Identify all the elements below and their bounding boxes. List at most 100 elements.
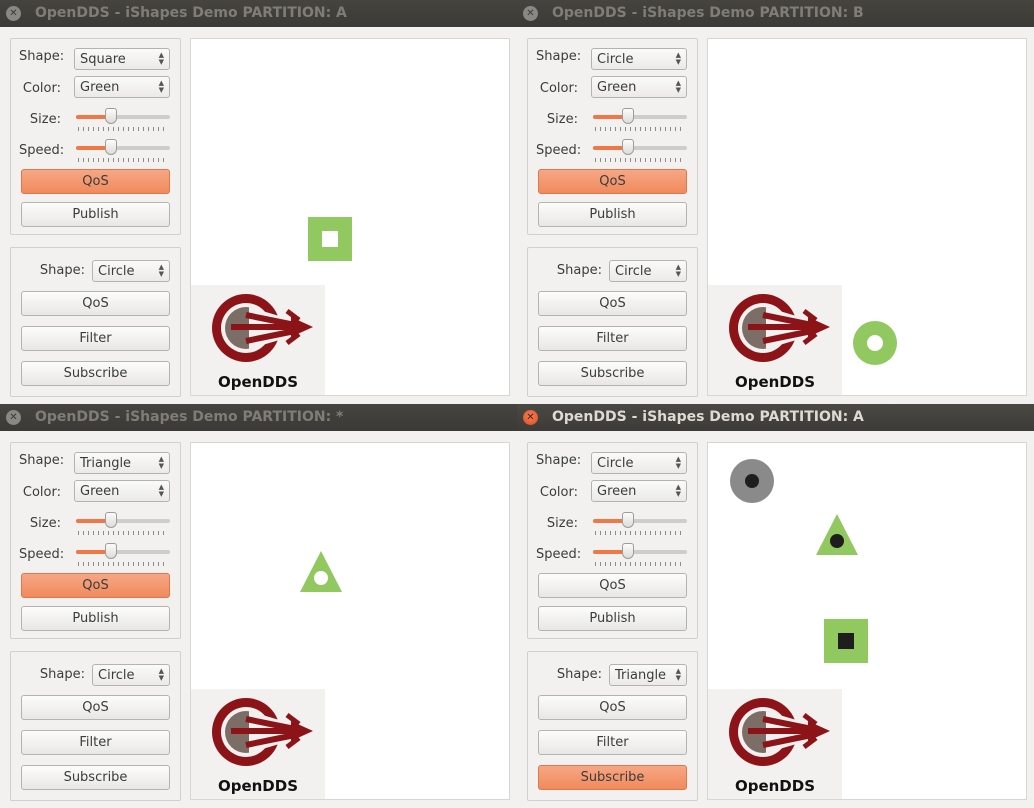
size-label: Size: (546, 112, 578, 127)
publish-button[interactable]: Publish (538, 606, 687, 631)
subscriber-qos-button[interactable]: QoS (21, 291, 170, 316)
size-label: Size: (546, 516, 578, 531)
titlebar[interactable]: ✕ OpenDDS - iShapes Demo PARTITION: A (517, 404, 1034, 431)
opendds-logo: OpenDDS (708, 285, 842, 395)
circle-shape (853, 321, 897, 365)
opendds-logo-icon (212, 294, 313, 362)
close-icon[interactable]: ✕ (6, 410, 21, 425)
publisher-group: Shape: Circle ▲ ▼ Color: Green ▲ ▼ Size: S… (527, 38, 698, 235)
titlebar[interactable]: ✕ OpenDDS - iShapes Demo PARTITION: B (517, 0, 1034, 27)
subscribe-button[interactable]: Subscribe (538, 361, 687, 386)
filter-button[interactable]: Filter (538, 730, 687, 755)
slider-handle[interactable] (621, 108, 634, 124)
publish-color-select[interactable]: Green ▲ ▼ (591, 480, 687, 502)
spin-arrows-icon: ▲ ▼ (675, 51, 681, 66)
circle-marker (867, 335, 883, 351)
close-icon[interactable]: ✕ (6, 6, 21, 21)
publisher-qos-button[interactable]: QoS (538, 169, 687, 194)
window-partition-a: ✕ OpenDDS - iShapes Demo PARTITION: A Sh… (0, 0, 517, 404)
window-title: OpenDDS - iShapes Demo PARTITION: A (35, 5, 347, 21)
shapes-canvas[interactable]: OpenDDS (190, 442, 510, 800)
speed-slider[interactable] (76, 139, 170, 162)
shapes-canvas[interactable]: OpenDDS (707, 38, 1027, 396)
publisher-qos-button[interactable]: QoS (21, 169, 170, 194)
subscribe-shape-select[interactable]: Circle ▲ ▼ (609, 260, 687, 282)
publish-button[interactable]: Publish (21, 202, 170, 227)
publish-shape-select[interactable]: Square ▲ ▼ (74, 48, 170, 70)
filter-button[interactable]: Filter (21, 730, 170, 755)
window-title: OpenDDS - iShapes Demo PARTITION: B (552, 5, 864, 21)
slider-handle[interactable] (104, 108, 117, 124)
subscribe-button[interactable]: Subscribe (21, 361, 170, 386)
publish-shape-select[interactable]: Circle ▲ ▼ (591, 48, 687, 70)
publish-shape-select[interactable]: Circle ▲ ▼ (591, 452, 687, 474)
spin-arrows-icon: ▲ ▼ (158, 455, 164, 470)
shape-label: Shape: (536, 49, 582, 64)
window-partition-star: ✕ OpenDDS - iShapes Demo PARTITION: * Sh… (0, 404, 517, 808)
triangle-shape (300, 551, 342, 592)
close-icon[interactable]: ✕ (523, 410, 538, 425)
subscriber-group: Shape: Circle ▲ ▼ QoS Filter Subscribe (10, 651, 181, 801)
spin-arrows-icon: ▲ ▼ (158, 51, 164, 66)
slider-handle[interactable] (104, 512, 117, 528)
subscriber-qos-button[interactable]: QoS (538, 291, 687, 316)
slider-handle[interactable] (621, 512, 634, 528)
opendds-logo-icon (729, 698, 830, 766)
square-marker (322, 231, 338, 247)
shapes-canvas[interactable]: OpenDDS (190, 38, 510, 396)
filter-button[interactable]: Filter (538, 326, 687, 351)
color-label: Color: (539, 485, 578, 500)
spin-arrows-icon: ▲ ▼ (158, 483, 164, 498)
shapes-canvas[interactable]: OpenDDS (707, 442, 1027, 800)
publish-shape-select[interactable]: Triangle ▲ ▼ (74, 452, 170, 474)
close-icon[interactable]: ✕ (523, 6, 538, 21)
slider-handle[interactable] (621, 139, 634, 155)
subscribe-button[interactable]: Subscribe (538, 765, 687, 790)
slider-handle[interactable] (104, 139, 117, 155)
subscribe-button[interactable]: Subscribe (21, 765, 170, 790)
window-title: OpenDDS - iShapes Demo PARTITION: A (552, 409, 864, 425)
shape-label: Shape: (536, 453, 582, 468)
triangle-marker (314, 571, 328, 585)
slider-handle[interactable] (621, 543, 634, 559)
speed-slider[interactable] (593, 139, 687, 162)
publisher-qos-button[interactable]: QoS (538, 573, 687, 598)
window-title: OpenDDS - iShapes Demo PARTITION: * (35, 409, 344, 425)
slider-handle[interactable] (104, 543, 117, 559)
publish-color-select[interactable]: Green ▲ ▼ (74, 76, 170, 98)
shape-label: Shape: (19, 453, 65, 468)
size-slider[interactable] (76, 512, 170, 535)
filter-button[interactable]: Filter (21, 326, 170, 351)
size-slider[interactable] (76, 108, 170, 131)
window-partition-b: ✕ OpenDDS - iShapes Demo PARTITION: B Sh… (517, 0, 1034, 404)
shape-label: Shape: (39, 667, 85, 682)
publisher-qos-button[interactable]: QoS (21, 573, 170, 598)
square-shape (308, 217, 352, 261)
speed-slider[interactable] (593, 543, 687, 566)
titlebar[interactable]: ✕ OpenDDS - iShapes Demo PARTITION: A (0, 0, 517, 27)
publish-button[interactable]: Publish (21, 606, 170, 631)
subscribe-shape-select[interactable]: Circle ▲ ▼ (92, 664, 170, 686)
speed-label: Speed: (19, 143, 65, 158)
opendds-logo: OpenDDS (708, 689, 842, 799)
subscriber-qos-button[interactable]: QoS (538, 695, 687, 720)
publish-button[interactable]: Publish (538, 202, 687, 227)
shape-label: Shape: (556, 263, 602, 278)
subscriber-group: Shape: Triangle ▲ ▼ QoS Filter Subscribe (527, 651, 698, 801)
size-label: Size: (29, 516, 61, 531)
publish-color-select[interactable]: Green ▲ ▼ (591, 76, 687, 98)
subscribe-shape-select[interactable]: Circle ▲ ▼ (92, 260, 170, 282)
color-label: Color: (539, 81, 578, 96)
size-slider[interactable] (593, 108, 687, 131)
spin-arrows-icon: ▲ ▼ (158, 79, 164, 94)
speed-slider[interactable] (76, 543, 170, 566)
subscribe-shape-select[interactable]: Triangle ▲ ▼ (609, 664, 687, 686)
triangle-marker (830, 534, 844, 548)
gray-circle-shape (730, 459, 774, 503)
titlebar[interactable]: ✕ OpenDDS - iShapes Demo PARTITION: * (0, 404, 517, 431)
publish-color-select[interactable]: Green ▲ ▼ (74, 480, 170, 502)
subscriber-group: Shape: Circle ▲ ▼ QoS Filter Subscribe (527, 247, 698, 397)
window-partition-a-active: ✕ OpenDDS - iShapes Demo PARTITION: A Sh… (517, 404, 1034, 808)
subscriber-qos-button[interactable]: QoS (21, 695, 170, 720)
size-slider[interactable] (593, 512, 687, 535)
